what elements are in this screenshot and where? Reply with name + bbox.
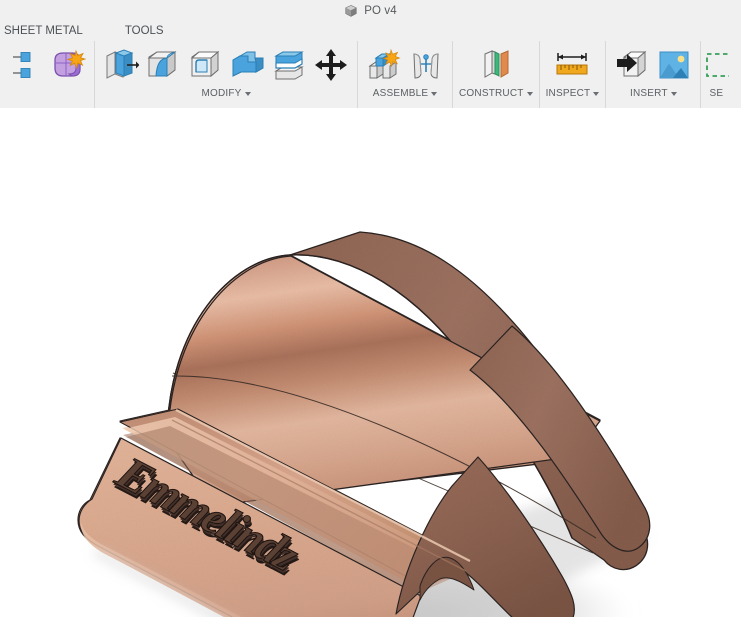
panel-insert-label-text: INSERT [629,88,668,99]
panel-assemble-icons [364,41,446,89]
panel-construct-icons [476,41,516,89]
insert-derive-icon[interactable] [612,43,652,87]
fillet-icon[interactable] [185,43,225,87]
panel-modify: MODIFY [94,41,357,108]
panel-select: SE [700,41,731,108]
model-viewport[interactable]: Emmelindz Emmelindz Emmelindz [0,108,741,617]
chevron-down-icon[interactable] [526,91,533,96]
panel-sheet-metal [0,41,94,108]
tab-sheet-metal[interactable]: SHEET METAL [0,25,91,37]
new-component-icon[interactable] [364,43,404,87]
fusion360-window: PO v4 SHEET METAL TOOLS MODIFY ASSEMBLE … [0,0,741,617]
ribbon-tab-strip: SHEET METAL TOOLS [0,21,741,41]
combine-icon[interactable] [227,43,267,87]
revolve-icon[interactable] [143,43,183,87]
document-title: PO v4 [364,4,397,17]
cube-icon [344,4,358,18]
panel-select-label: SE [709,88,723,99]
panel-inspect-label: INSPECT [546,88,600,99]
panel-inspect: INSPECT [538,41,606,108]
panel-modify-icons [101,41,351,89]
ribbon-toolbar: SHEET METAL TOOLS MODIFY ASSEMBLE CONSTR… [0,21,741,109]
panel-sheet-metal-icons [6,41,88,89]
panel-insert-icons [612,41,694,89]
panel-insert-label: INSERT [630,88,677,99]
arch-tunnel-body[interactable]: Emmelindz Emmelindz Emmelindz [0,108,741,617]
panel-select-label-text: SE [709,88,724,99]
panel-inspect-icons [552,41,592,89]
panel-modify-label-text: MODIFY [201,88,242,99]
panel-construct: CONSTRUCT [452,41,539,108]
title-bar: PO v4 [0,0,741,21]
move-copy-icon[interactable] [311,43,351,87]
panel-modify-label: MODIFY [201,88,251,99]
panel-insert: INSERT [605,41,700,108]
panel-construct-label: CONSTRUCT [459,88,533,99]
joint-icon[interactable] [406,43,446,87]
chevron-down-icon[interactable] [670,91,677,96]
measure-icon[interactable] [552,43,592,87]
split-body-icon[interactable] [269,43,309,87]
offset-plane-icon[interactable] [476,43,516,87]
chevron-down-icon[interactable] [244,91,251,96]
insert-canvas-icon[interactable] [654,43,694,87]
panel-select-icons [703,41,730,89]
extrude-icon[interactable] [101,43,141,87]
chevron-down-icon[interactable] [431,91,438,96]
create-form-icon[interactable] [48,43,88,87]
chevron-down-icon[interactable] [593,91,600,96]
panel-assemble-label-text: ASSEMBLE [372,88,429,99]
select-window-icon[interactable] [703,43,730,87]
panel-assemble: ASSEMBLE [357,41,452,108]
panel-construct-label-text: CONSTRUCT [459,88,524,99]
tab-tools[interactable]: TOOLS [117,25,172,37]
ribbon-panels: MODIFY ASSEMBLE CONSTRUCT INSPECT INSERT… [0,41,741,108]
panel-assemble-label: ASSEMBLE [373,88,438,99]
sheet-metal-rules-icon[interactable] [6,43,46,87]
panel-inspect-label-text: INSPECT [545,88,591,99]
